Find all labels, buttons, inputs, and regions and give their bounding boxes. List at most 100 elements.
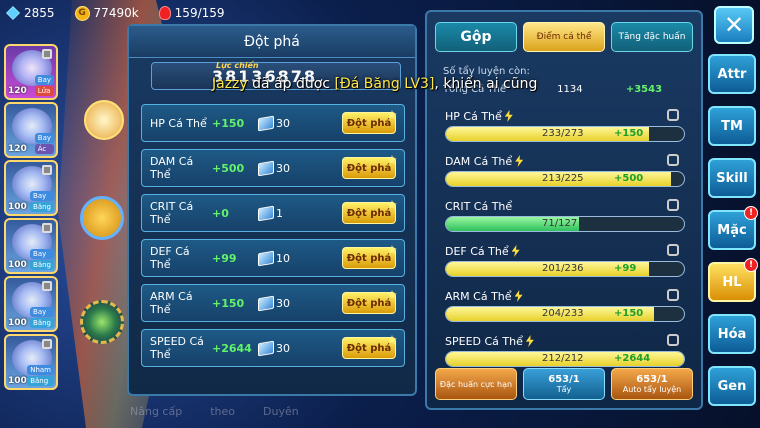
nav-follow[interactable]: theo: [210, 405, 235, 418]
side-menu-mặc-button[interactable]: Mặc!: [708, 206, 758, 250]
energy-counter: 159/159: [158, 6, 225, 20]
cost-amount: 30: [276, 341, 290, 355]
skill-book-icon: [258, 115, 274, 131]
side-menu-label: TM: [721, 118, 743, 134]
breakthrough-button[interactable]: Đột phá: [342, 247, 396, 269]
combat-power-label: Lực chiến: [216, 61, 259, 70]
team-pet-card[interactable]: 100 Bay Băng: [4, 276, 58, 332]
pet-tags: Nham Băng: [27, 365, 54, 386]
stat-bonus: +150: [212, 116, 245, 130]
stat-bonus: +500: [614, 173, 644, 184]
team-pet-card[interactable]: 120 Bay Ác: [4, 102, 58, 158]
side-menu-attr-button[interactable]: Attr: [708, 54, 756, 94]
breakthrough-row: DEF Cá Thể +99 10 Đột phá: [141, 239, 405, 277]
extreme-training-label: Đặc huấn cực hạn: [439, 379, 513, 389]
breakthrough-button[interactable]: Đột phá: [342, 337, 396, 359]
auto-wash-count: 653/1: [636, 374, 668, 385]
side-menu-hóa-button[interactable]: Hóa: [708, 314, 756, 354]
side-menu-skill-button[interactable]: Skill: [708, 158, 756, 198]
side-menu-label: Skill: [716, 170, 748, 186]
tab-merge[interactable]: Gộp: [435, 22, 517, 52]
breakthrough-button[interactable]: Đột phá: [342, 202, 396, 224]
stat-name: HP Cá Thể: [445, 109, 502, 123]
side-menu-label: Gen: [717, 378, 747, 394]
lock-icon[interactable]: [667, 109, 679, 121]
pet-tags: Bay Ác: [34, 133, 54, 154]
side-menu-tm-button[interactable]: TM: [708, 106, 756, 146]
wash-button[interactable]: 653/1 Tẩy: [523, 368, 605, 400]
auto-wash-button[interactable]: 653/1 Auto tẩy luyện: [611, 368, 693, 400]
gem-count: 2855: [24, 6, 55, 20]
lock-icon[interactable]: [667, 244, 679, 256]
stat-progress-bar: 71/127: [445, 216, 685, 232]
nav-affinity[interactable]: Duyên: [263, 405, 299, 418]
bag-icon[interactable]: [80, 196, 124, 240]
gear-emblem-icon[interactable]: [80, 300, 124, 344]
breakthrough-button[interactable]: Đột phá: [342, 292, 396, 314]
pet-type-tag: Lửa: [34, 86, 54, 96]
stat-name: CRIT Cá Thể: [150, 200, 194, 226]
skill-book-icon: [258, 250, 274, 266]
breakthrough-row: ARM Cá Thể +150 30 Đột phá: [141, 284, 405, 322]
pet-level: 100: [8, 260, 27, 270]
pet-tags: Bay Lửa: [34, 75, 54, 96]
stat-bonus: +2644: [212, 341, 252, 355]
pet-type-tag: Băng: [30, 318, 54, 328]
pet-tags: Bay Băng: [30, 307, 54, 328]
pet-tags: Bay Băng: [30, 191, 54, 212]
pet-type-tag: Bay: [30, 307, 54, 317]
cost-amount: 10: [276, 251, 290, 265]
close-button[interactable]: ✕: [714, 6, 754, 44]
pet-type-tag: Bay: [34, 75, 54, 85]
lock-icon[interactable]: [667, 334, 679, 346]
side-menu-hl-button[interactable]: HL!: [708, 258, 758, 302]
notification-badge-icon: !: [744, 206, 758, 220]
nav-upgrade[interactable]: Nâng cấp: [130, 405, 182, 418]
team-pet-card[interactable]: 100 Nham Băng: [4, 334, 58, 390]
skill-book-icon: [258, 160, 274, 176]
stat-bar-group: CRIT Cá Thể 71/127: [445, 198, 689, 232]
stat-name: DEF Cá Thể: [445, 244, 509, 258]
lock-icon[interactable]: [667, 199, 679, 211]
stat-value: 212/212: [542, 353, 584, 364]
stat-bonus: +99: [614, 263, 637, 274]
stat-name: ARM Cá Thể: [445, 289, 512, 303]
stat-progress-bar: 233/273 +150: [445, 126, 685, 142]
tab-individual-points[interactable]: Điểm cá thể: [523, 22, 605, 52]
team-pet-card[interactable]: 120 Bay Lửa: [4, 44, 58, 100]
team-pet-card[interactable]: 100 Bay Băng: [4, 218, 58, 274]
stat-label-row: ARM Cá Thể: [445, 288, 689, 304]
cost-amount: 30: [276, 116, 290, 130]
pet-egg-icon[interactable]: [84, 100, 124, 140]
stat-name: SPEED Cá Thể: [445, 334, 523, 348]
stat-bonus: +0: [212, 206, 229, 220]
pet-type-tag: Bay: [30, 249, 54, 259]
extreme-training-button[interactable]: Đặc huấn cực hạn: [435, 368, 517, 400]
pet-level: 120: [8, 86, 27, 96]
side-menu-label: HL: [722, 274, 742, 290]
stat-bonus: +150: [212, 296, 245, 310]
lock-icon[interactable]: [667, 289, 679, 301]
stat-bonus: +500: [212, 161, 245, 175]
pet-level: 100: [8, 318, 27, 328]
pet-type-tag: Bay: [30, 191, 54, 201]
lock-icon: [42, 339, 52, 349]
chat-tail: , khiến ai cũng: [434, 76, 538, 92]
pet-level: 100: [8, 376, 27, 386]
wash-count: 653/1: [548, 374, 580, 385]
stat-value: 71/127: [542, 218, 578, 229]
stat-label-row: DEF Cá Thể: [445, 243, 689, 259]
cost-amount: 30: [276, 296, 290, 310]
action-buttons: Đặc huấn cực hạn 653/1 Tẩy 653/1 Auto tẩy …: [435, 368, 693, 400]
lock-icon[interactable]: [667, 154, 679, 166]
pet-type-tag: Băng: [30, 260, 54, 270]
tab-special-training[interactable]: Tăng đặc huấn: [611, 22, 693, 52]
stat-label-row: DAM Cá Thể: [445, 153, 689, 169]
breakthrough-row: HP Cá Thể +150 30 Đột phá: [141, 104, 405, 142]
side-menu-gen-button[interactable]: Gen: [708, 366, 756, 406]
stats-tabs: Gộp Điểm cá thể Tăng đặc huấn: [435, 22, 693, 52]
breakthrough-button[interactable]: Đột phá: [342, 112, 396, 134]
lock-icon: [42, 165, 52, 175]
breakthrough-button[interactable]: Đột phá: [342, 157, 396, 179]
team-pet-card[interactable]: 100 Bay Băng: [4, 160, 58, 216]
